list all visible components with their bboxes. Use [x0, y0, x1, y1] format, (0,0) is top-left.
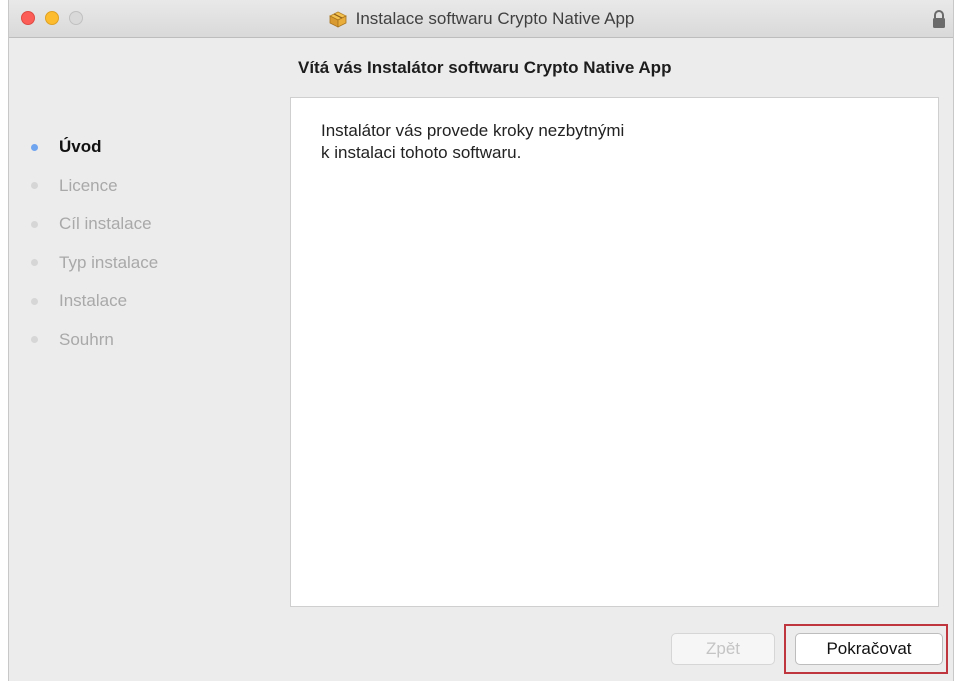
step-label: Souhrn: [59, 329, 114, 349]
step-label: Instalace: [59, 291, 128, 311]
window-title: Instalace softwaru Crypto Native App: [355, 9, 635, 28]
welcome-text: Instalátor vás provede kroky nezbytnými …: [321, 121, 625, 162]
step-license: Licence: [31, 167, 158, 206]
window-title-group: Instalace softwaru Crypto Native App: [9, 0, 953, 38]
step-indicator-dot: [31, 297, 38, 305]
step-label: Cíl instalace: [59, 214, 152, 234]
step-indicator-dot: [31, 220, 38, 228]
lock-icon: [933, 10, 945, 28]
content-panel: Instalátor vás provede kroky nezbytnými …: [290, 97, 939, 607]
step-indicator-dot: [31, 182, 38, 190]
step-label: Úvod: [59, 137, 102, 157]
step-summary: Souhrn: [31, 321, 158, 360]
back-button[interactable]: Zpět: [671, 633, 775, 665]
page-title: Vítá vás Instalátor softwaru Crypto Nati…: [298, 58, 672, 77]
step-label: Licence: [59, 175, 118, 195]
title-bar: Instalace softwaru Crypto Native App: [9, 0, 953, 38]
step-installation-type: Typ instalace: [31, 244, 158, 283]
continue-button[interactable]: Pokračovat: [795, 633, 943, 665]
step-indicator-dot: [31, 143, 38, 151]
step-indicator-dot: [31, 259, 38, 267]
package-icon: [328, 11, 347, 28]
installer-steps: Úvod Licence Cíl instalace Typ instalace…: [31, 128, 158, 359]
step-intro: Úvod: [31, 128, 158, 167]
step-indicator-dot: [31, 336, 38, 344]
installer-window: Instalace softwaru Crypto Native App Vít…: [8, 0, 954, 681]
step-label: Typ instalace: [59, 252, 159, 272]
step-destination: Cíl instalace: [31, 205, 158, 244]
step-installation: Instalace: [31, 282, 158, 321]
